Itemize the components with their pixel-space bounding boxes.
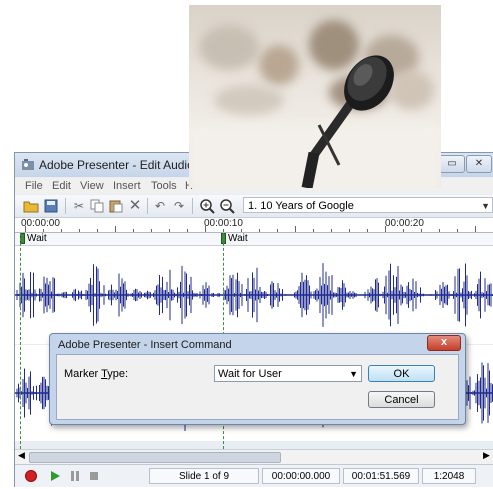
waveform-track-upper[interactable] [15, 246, 493, 344]
marker-label: Wait [27, 233, 47, 244]
ruler-tick [187, 229, 188, 232]
ruler-tick [277, 229, 278, 232]
scrollbar-thumb[interactable] [29, 452, 281, 463]
slide-selector-value: 1. 10 Years of Google [248, 200, 354, 212]
redo-icon[interactable]: ↷ [171, 198, 187, 214]
duration-display: 00:01:51.569 [343, 468, 419, 484]
presenter-app-icon [22, 159, 34, 170]
undo-icon[interactable]: ↶ [152, 198, 168, 214]
microphone-photo [189, 5, 441, 188]
insert-command-dialog: Adobe Presenter - Insert Command x Marke… [49, 333, 466, 425]
save-icon[interactable] [43, 198, 59, 214]
ruler-tick [259, 229, 260, 232]
ruler-tick [313, 229, 314, 232]
zoom-out-icon[interactable] [219, 198, 235, 214]
marker-type-label: Marker Type: [64, 368, 129, 380]
ruler-label: 00:00:10 [204, 218, 243, 229]
marker-line [20, 233, 21, 449]
marker-lane[interactable]: Wait Wait [15, 233, 493, 246]
horizontal-scrollbar[interactable]: ◀ ▶ [15, 449, 493, 464]
menu-edit[interactable]: Edit [52, 180, 71, 192]
ruler-label: 00:00:20 [385, 218, 424, 229]
marker-label: Wait [228, 233, 248, 244]
toolbar: ✂ ✕ ↶ ↷ 1. 10 Years of Google ▼ [15, 195, 493, 218]
ruler-tick [223, 229, 224, 232]
ruler-tick [133, 229, 134, 232]
marker-type-value: Wait for User [218, 368, 282, 380]
slide-indicator: Slide 1 of 9 [149, 468, 259, 484]
ruler-tick [25, 226, 26, 232]
ruler-tick [421, 229, 422, 232]
ruler-tick [97, 229, 98, 232]
ruler-tick [403, 229, 404, 232]
ruler-tick [151, 229, 152, 232]
ruler-tick [61, 229, 62, 232]
toolbar-separator [147, 198, 148, 214]
slide-selector[interactable]: 1. 10 Years of Google ▼ [243, 197, 493, 213]
ruler-tick [241, 229, 242, 232]
window-title: Adobe Presenter - Edit Audio [39, 158, 194, 172]
status-bar: Slide 1 of 9 00:00:00.000 00:01:51.569 1… [15, 464, 493, 487]
position-display: 00:00:00.000 [262, 468, 340, 484]
chevron-down-icon: ▼ [481, 201, 490, 211]
zoom-level-display: 1:2048 [422, 468, 476, 484]
scroll-left-icon[interactable]: ◀ [18, 450, 25, 461]
menu-insert[interactable]: Insert [113, 180, 141, 192]
ruler-tick [43, 229, 44, 232]
delete-icon[interactable]: ✕ [127, 198, 143, 214]
restore-button[interactable]: ▭ [439, 155, 465, 173]
waveform [15, 263, 493, 327]
cut-icon[interactable]: ✂ [71, 198, 87, 214]
ruler-tick [169, 229, 170, 232]
ruler-label: 00:00:00 [21, 218, 60, 229]
stop-icon[interactable] [87, 469, 101, 483]
dialog-title: Adobe Presenter - Insert Command [58, 339, 232, 351]
copy-icon[interactable] [89, 198, 105, 214]
ok-button[interactable]: OK [368, 365, 435, 382]
open-folder-icon[interactable] [23, 198, 39, 214]
menu-file[interactable]: File [25, 180, 43, 192]
ruler-tick [295, 226, 296, 232]
marker-type-dropdown[interactable]: Wait for User ▼ [214, 365, 362, 382]
ruler-tick [367, 229, 368, 232]
ruler-tick [385, 226, 386, 232]
ruler-tick [115, 226, 116, 232]
cancel-button[interactable]: Cancel [368, 391, 435, 408]
ruler-tick [457, 229, 458, 232]
record-icon[interactable] [24, 469, 38, 483]
ruler-tick [475, 226, 476, 232]
zoom-in-icon[interactable] [199, 198, 215, 214]
play-icon[interactable] [48, 469, 62, 483]
pause-icon[interactable] [68, 469, 82, 483]
ruler-tick [205, 226, 206, 232]
menu-view[interactable]: View [80, 180, 104, 192]
ruler-tick [79, 229, 80, 232]
chevron-down-icon: ▼ [349, 369, 358, 379]
ruler-tick [331, 229, 332, 232]
edit-audio-window: Adobe Presenter - Edit Audio ▭ ✕ File Ed… [14, 152, 493, 487]
time-ruler[interactable]: 00:00:00 00:00:10 00:00:20 [15, 218, 493, 233]
toolbar-separator [65, 198, 66, 214]
ruler-tick [439, 229, 440, 232]
scroll-right-icon[interactable]: ▶ [483, 450, 490, 461]
toolbar-separator [192, 198, 193, 214]
menu-tools[interactable]: Tools [151, 180, 177, 192]
close-window-button[interactable]: ✕ [466, 155, 492, 173]
dialog-close-button[interactable]: x [427, 335, 461, 351]
ruler-tick [349, 229, 350, 232]
dialog-body: Marker Type: Wait for User ▼ OK Cancel [56, 354, 459, 420]
paste-icon[interactable] [108, 198, 124, 214]
microphone-icon [301, 55, 394, 188]
